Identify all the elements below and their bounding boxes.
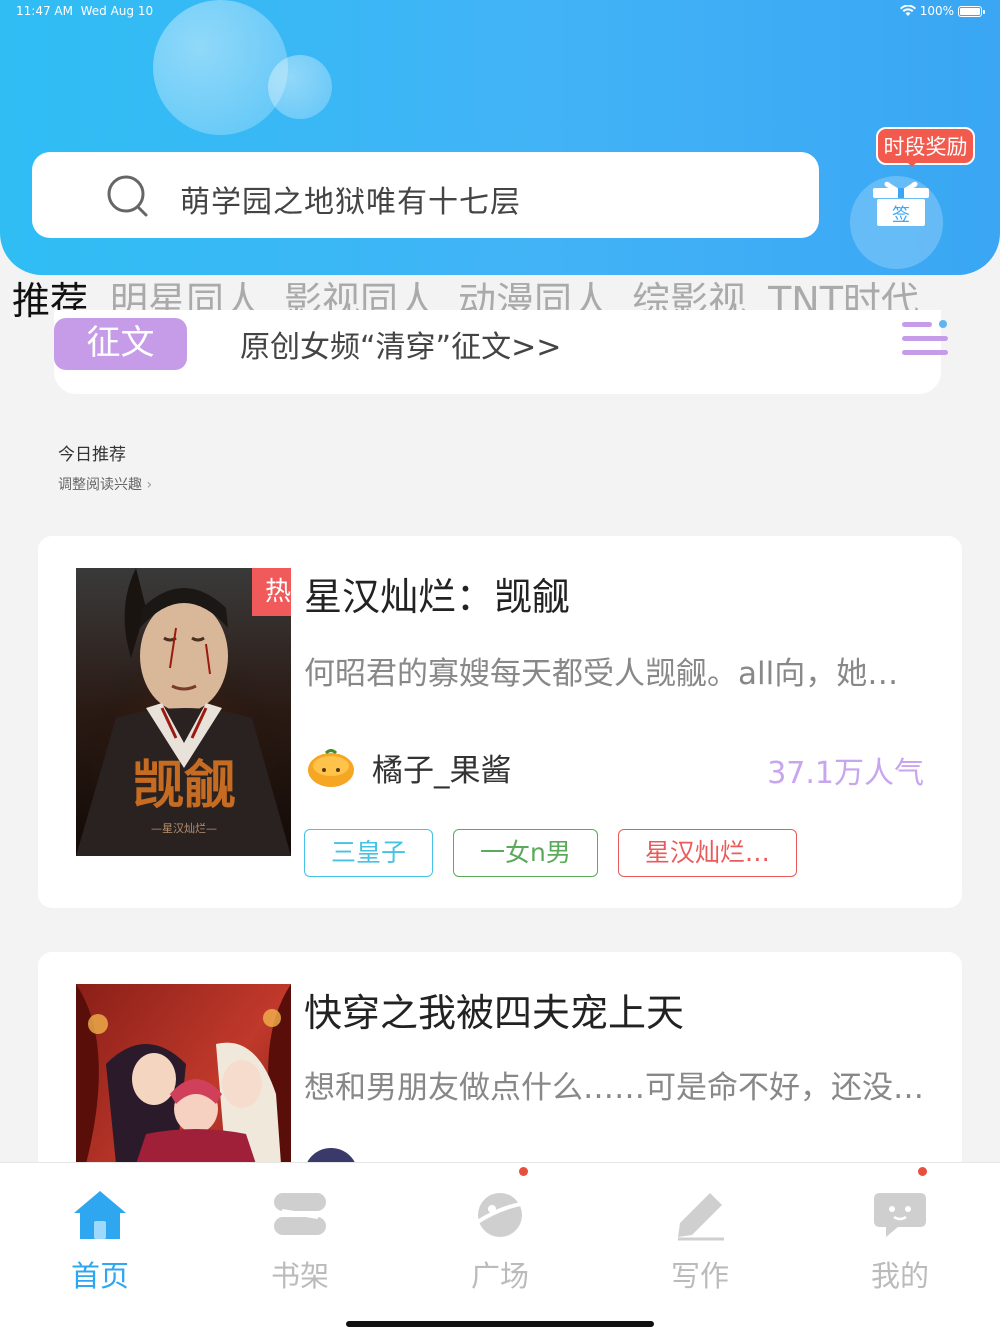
status-bar: 11:47 AM Wed Aug 10 100% [0,4,1000,22]
book-title[interactable]: 星汉灿烂：觊觎 [304,566,570,621]
contest-banner[interactable]: 征文 原创女频“清穿”征文>> [54,310,948,394]
status-time: 11:47 AM Wed Aug 10 [16,4,154,18]
svg-text:—星汉灿烂—: —星汉灿烂— [151,822,217,835]
bottom-nav: 首页 书架 广场 写作 我的 [0,1162,1000,1334]
book-title[interactable]: 快穿之我被四夫宠上天 [304,982,684,1037]
contest-badge: 征文 [54,318,187,370]
notification-dot [918,1167,927,1176]
nav-bookshelf[interactable]: 书架 [250,1189,350,1295]
tag-chip[interactable]: 一女n男 [453,829,598,877]
nav-label: 写作 [670,1259,729,1293]
search-bar[interactable]: 萌学园之地狱唯有十七层 [32,152,819,238]
author-avatar[interactable] [304,740,358,794]
search-icon [107,175,148,217]
tag-chip[interactable]: 星汉灿烂… [617,829,797,877]
tag-list: 三皇子 一女n男 星汉灿烂… [304,829,797,877]
nav-home[interactable]: 首页 [50,1189,150,1295]
nav-label: 我的 [870,1259,929,1293]
adjust-interest-link[interactable]: 调整阅读兴趣 › [58,474,152,494]
wifi-icon [899,5,916,16]
nav-label: 广场 [470,1259,529,1293]
reward-tag[interactable]: 时段奖励 [876,127,975,167]
battery-percent: 100% [919,4,954,18]
nav-write[interactable]: 写作 [650,1189,750,1295]
nav-plaza[interactable]: 广场 [450,1189,550,1295]
chat-face-icon [874,1193,926,1237]
nav-label: 书架 [270,1259,329,1293]
book-description: 何昭君的寡嫂每天都受人觊觎。all向，她… [304,656,899,692]
home-icon [74,1191,126,1239]
tag-chip[interactable]: 三皇子 [304,829,434,877]
chevron-right-icon: › [146,477,153,493]
search-placeholder: 萌学园之地狱唯有十七层 [180,185,521,220]
menu-icon[interactable] [900,316,950,362]
popularity: 37.1万人气 [767,756,924,791]
book-cover[interactable]: 觊觎 —星汉灿烂— 热更 [76,568,291,856]
battery-icon [958,5,985,17]
section-title: 今日推荐 [58,445,126,465]
nav-label: 首页 [70,1259,129,1293]
bookshelf-icon [274,1193,326,1235]
author-row[interactable]: 橘子_果酱 [304,740,512,794]
svg-text:觊觎: 觊觎 [132,755,236,816]
gift-icon[interactable]: 签 [873,178,929,226]
status-right: 100% [899,4,985,18]
hot-badge: 热更 [252,568,291,616]
notification-dot [519,1167,528,1176]
nav-me[interactable]: 我的 [850,1189,950,1295]
book-description: 想和男朋友做点什么……可是命不好，还没… [304,1070,924,1106]
planet-icon [474,1193,527,1237]
sign-label: 签 [892,205,910,226]
author-name: 橘子_果酱 [372,752,512,789]
contest-text[interactable]: 原创女频“清穿”征文>> [240,322,561,366]
home-indicator [346,1321,654,1327]
pen-icon [678,1193,724,1241]
header: 11:47 AM Wed Aug 10 100% 萌学园之地狱唯有十七层 签 [0,0,1000,275]
decor-bubble-small [268,55,332,119]
book-card[interactable]: 觊觎 —星汉灿烂— 热更 星汉灿烂：觊觎 何昭君的寡嫂每天都受人觊觎。all向，… [38,536,962,908]
